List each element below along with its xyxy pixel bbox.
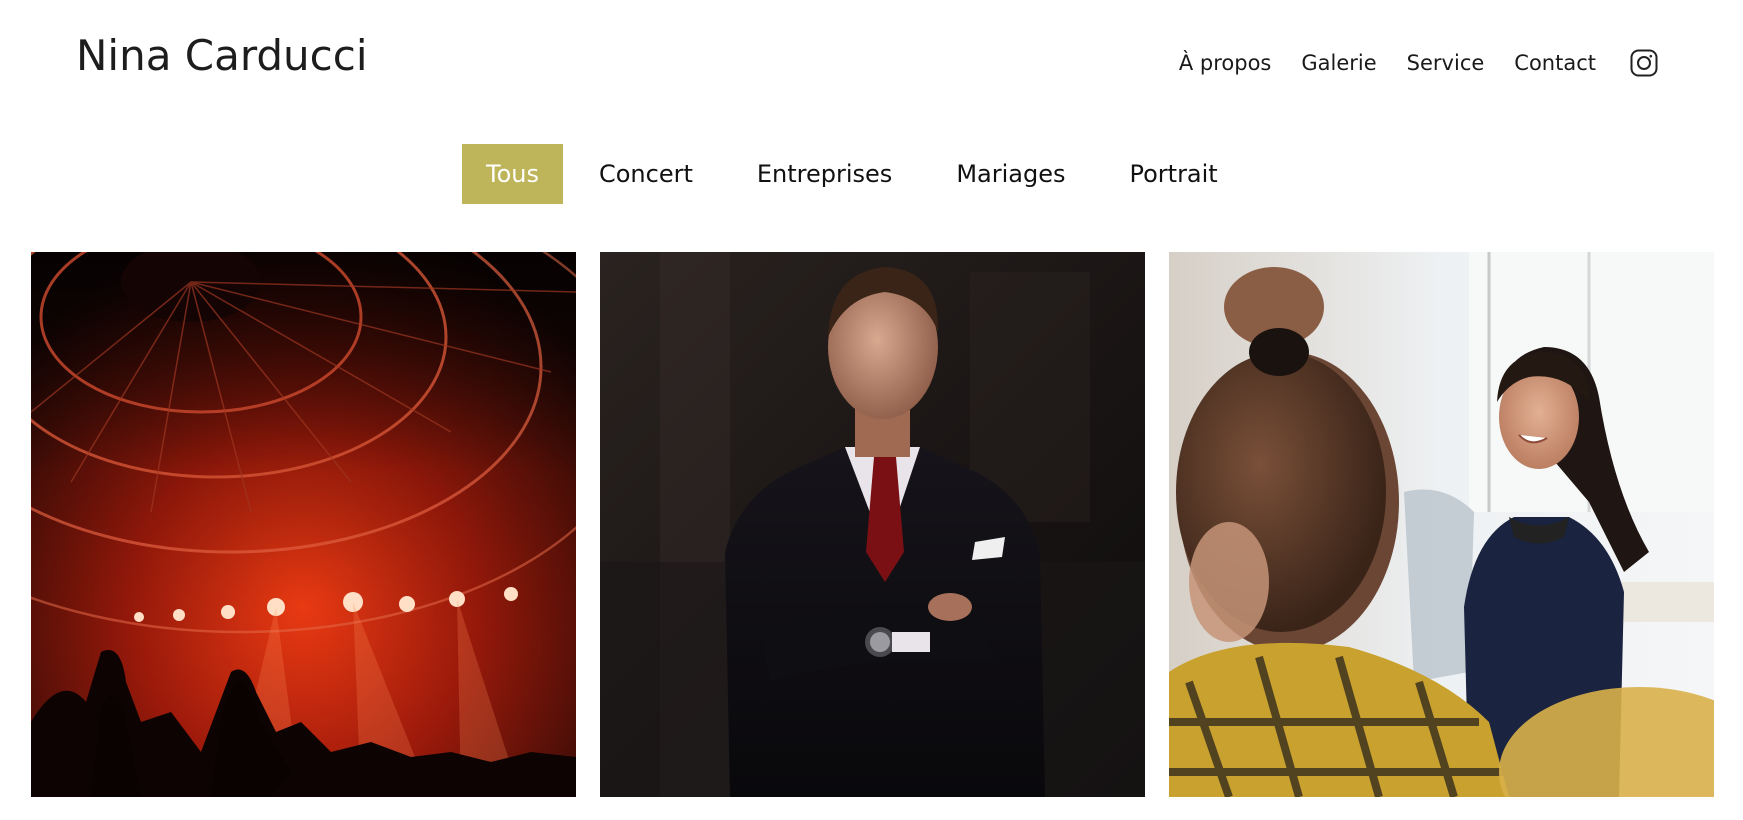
filter-all-button[interactable]: Tous [462, 144, 563, 204]
site-header: Nina Carducci À propos Galerie Service C… [0, 0, 1743, 120]
instagram-icon[interactable] [1628, 47, 1660, 79]
nav-link-about[interactable]: À propos [1179, 42, 1272, 84]
nav-link-contact[interactable]: Contact [1514, 42, 1596, 84]
main-nav: À propos Galerie Service Contact [1179, 42, 1660, 84]
gallery-filters: Tous Concert Entreprises Mariages Portra… [462, 144, 1246, 204]
filter-concert-button[interactable]: Concert [571, 144, 721, 204]
page: Nina Carducci À propos Galerie Service C… [0, 0, 1743, 820]
gallery-image-concert[interactable] [31, 252, 576, 797]
filter-portrait-button[interactable]: Portrait [1101, 144, 1245, 204]
filter-entreprises-button[interactable]: Entreprises [729, 144, 920, 204]
filter-mariages-button[interactable]: Mariages [928, 144, 1093, 204]
gallery-image-portrait-man[interactable] [600, 252, 1145, 797]
site-title[interactable]: Nina Carducci [76, 28, 368, 84]
gallery-grid [31, 252, 1714, 797]
nav-link-gallery[interactable]: Galerie [1301, 42, 1376, 84]
gallery-image-business-woman[interactable] [1169, 252, 1714, 797]
nav-link-service[interactable]: Service [1407, 42, 1485, 84]
